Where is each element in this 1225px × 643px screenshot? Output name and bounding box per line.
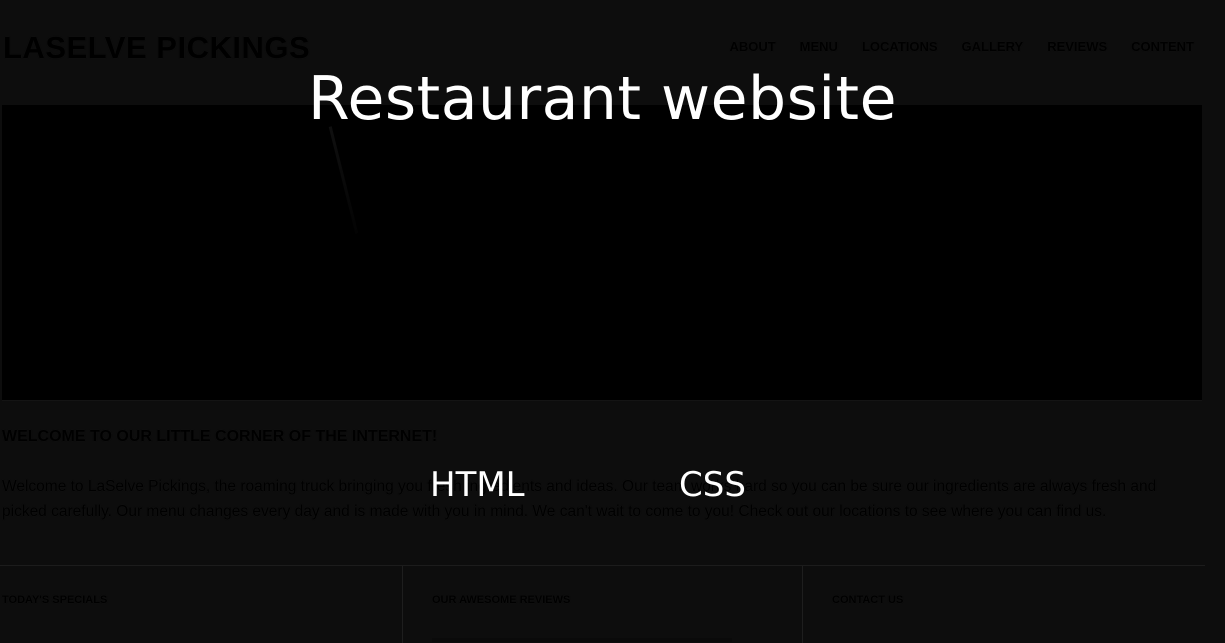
welcome-heading: WELCOME TO OUR LITTLE CORNER OF THE INTE…	[2, 428, 438, 445]
main-nav: ABOUT MENU LOCATIONS GALLERY REVIEWS CON…	[729, 39, 1194, 54]
hero-image	[2, 105, 1202, 401]
specials-heading: TODAY'S SPECIALS	[2, 594, 108, 606]
nav-item-locations[interactable]: LOCATIONS	[862, 39, 938, 54]
contact-heading: CONTACT US	[832, 594, 904, 606]
contact-column: CONTACT US	[803, 566, 1205, 643]
hero-image-detail	[328, 126, 359, 234]
specials-column: TODAY'S SPECIALS	[0, 566, 403, 643]
nav-item-reviews[interactable]: REVIEWS	[1047, 39, 1107, 54]
site-logo[interactable]: LASELVE PICKINGS	[3, 30, 310, 66]
project-title: Restaurant website	[308, 64, 897, 134]
tech-tag-css: CSS	[679, 465, 746, 505]
reviews-heading: OUR AWESOME REVIEWS	[432, 594, 571, 606]
nav-item-menu[interactable]: MENU	[800, 39, 838, 54]
review-text-placeholder	[432, 638, 732, 642]
reviews-column: OUR AWESOME REVIEWS	[403, 566, 803, 643]
site-header: LASELVE PICKINGS ABOUT MENU LOCATIONS GA…	[0, 28, 1225, 68]
nav-item-gallery[interactable]: GALLERY	[962, 39, 1024, 54]
nav-item-about[interactable]: ABOUT	[729, 39, 775, 54]
tech-tag-html: HTML	[430, 465, 525, 505]
welcome-paragraph: Welcome to LaSelve Pickings, the roaming…	[2, 478, 1157, 520]
nav-item-content[interactable]: CONTENT	[1131, 39, 1194, 54]
